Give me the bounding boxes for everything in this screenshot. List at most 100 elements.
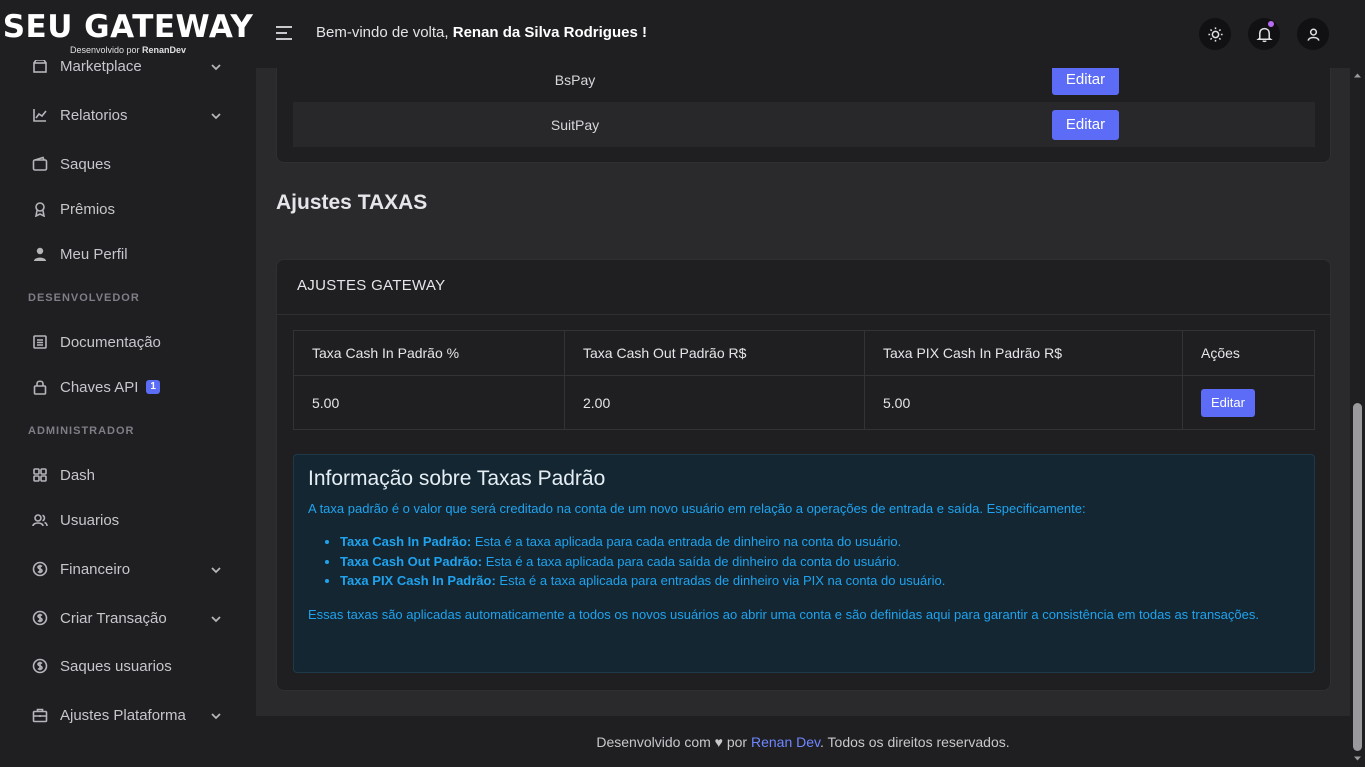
sidebar-item-label: Financeiro bbox=[60, 560, 131, 578]
chart-line-icon bbox=[32, 107, 48, 123]
main-content: BsPay Editar SuitPay Editar Ajustes TAXA… bbox=[256, 68, 1350, 716]
sidebar-item-label: Documentação bbox=[60, 333, 161, 351]
chevron-down-icon bbox=[210, 563, 222, 575]
brand-subtitle: Desenvolvido por RenanDev bbox=[0, 45, 256, 55]
footer: Desenvolvido com ♥ por Renan Dev. Todos … bbox=[256, 716, 1350, 767]
sidebar-item-chaves-api[interactable]: Chaves API 1 bbox=[0, 369, 256, 405]
sidebar-item-label: Dash bbox=[60, 466, 96, 484]
sidebar-item-premios[interactable]: Prêmios bbox=[0, 191, 256, 227]
sidebar-item-label: Chaves API bbox=[60, 378, 139, 396]
brand-subtitle-author: RenanDev bbox=[142, 45, 187, 55]
gateway-row: SuitPay Editar bbox=[293, 102, 1315, 147]
list-item-text: Esta é a taxa aplicada para cada saída d… bbox=[482, 553, 900, 569]
gateway-name: BsPay bbox=[554, 71, 596, 88]
gateway-name: SuitPay bbox=[550, 116, 600, 133]
column-header: Taxa Cash In Padrão % bbox=[293, 330, 565, 376]
user-menu-button[interactable] bbox=[1297, 18, 1329, 50]
sidebar-item-label: Meu Perfil bbox=[60, 245, 128, 263]
sidebar-item-label: Ajustes Plataforma bbox=[60, 706, 186, 724]
list-item-text: Esta é a taxa aplicada para cada entrada… bbox=[471, 534, 902, 549]
sidebar-item-label: Marketplace bbox=[60, 57, 142, 75]
welcome-prefix: Bem-vindo de volta, bbox=[316, 24, 453, 41]
sidebar-item-criar-transacao[interactable]: Criar Transação bbox=[0, 600, 256, 636]
list-item-term: Taxa Cash In Padrão: bbox=[340, 534, 472, 549]
sidebar-item-label: Saques usuarios bbox=[60, 657, 172, 675]
brand-title: SEU GATEWAY bbox=[2, 9, 254, 45]
edit-gateway-button[interactable]: Editar bbox=[1052, 68, 1119, 95]
info-alert: Informação sobre Taxas Padrão A taxa pad… bbox=[293, 454, 1315, 673]
notifications-button[interactable] bbox=[1248, 18, 1280, 50]
welcome-suffix: ! bbox=[637, 24, 647, 41]
sidebar-item-ajustes-plataforma[interactable]: Ajustes Plataforma bbox=[0, 697, 256, 733]
footer-by: por bbox=[722, 734, 751, 750]
sidebar-item-relatorios[interactable]: Relatorios bbox=[0, 97, 256, 133]
user-name: Renan da Silva Rodrigues bbox=[452, 24, 638, 41]
table-header-row: Taxa Cash In Padrão % Taxa Cash Out Padr… bbox=[293, 330, 1315, 376]
welcome-message: Bem-vindo de volta, Renan da Silva Rodri… bbox=[316, 24, 647, 41]
info-list: Taxa Cash In Padrão: Esta é a taxa aplic… bbox=[340, 532, 1300, 591]
scrollbar-thumb[interactable] bbox=[1353, 403, 1362, 751]
edit-gateway-button[interactable]: Editar bbox=[1052, 109, 1119, 140]
footer-suffix: . Todos os direitos reservados. bbox=[820, 734, 1010, 750]
chevron-down-icon bbox=[210, 60, 222, 72]
bell-icon bbox=[1255, 27, 1273, 42]
chevron-down-icon bbox=[210, 612, 222, 624]
column-header: Ações bbox=[1182, 330, 1315, 376]
column-header: Taxa Cash Out Padrão R$ bbox=[564, 330, 865, 376]
sidebar-item-usuarios[interactable]: Usuarios bbox=[0, 502, 256, 538]
info-outro: Essas taxas são aplicadas automaticament… bbox=[308, 606, 1259, 622]
sidebar: Marketplace Relatorios Saques Prêmios Me… bbox=[0, 0, 256, 767]
sidebar-item-dash[interactable]: Dash bbox=[0, 457, 256, 493]
section-label-desenvolvedor: DESENVOLVEDOR bbox=[28, 292, 140, 304]
edit-fees-button[interactable]: Editar bbox=[1201, 388, 1255, 417]
dollar-circle-icon bbox=[32, 658, 48, 674]
sidebar-item-label: Criar Transação bbox=[60, 609, 167, 627]
store-icon bbox=[32, 58, 48, 74]
fees-card: AJUSTES GATEWAY Taxa Cash In Padrão % Ta… bbox=[276, 259, 1331, 691]
footer-prefix: Desenvolvido com bbox=[596, 734, 711, 750]
list-item-term: Taxa Cash Out Padrão: bbox=[340, 553, 483, 569]
info-title: Informação sobre Taxas Padrão bbox=[308, 467, 606, 490]
sidebar-item-documentacao[interactable]: Documentação bbox=[0, 324, 256, 360]
cash-in-fee-value: 5.00 bbox=[293, 375, 565, 430]
menu-toggle-icon[interactable] bbox=[276, 26, 292, 40]
grid-icon bbox=[32, 467, 48, 483]
theme-toggle-button[interactable] bbox=[1199, 18, 1231, 50]
sidebar-item-label: Relatorios bbox=[60, 106, 128, 124]
chevron-down-icon bbox=[210, 709, 222, 721]
list-item-text: Esta é a taxa aplicada para entradas de … bbox=[495, 573, 946, 588]
chevron-down-icon bbox=[210, 109, 222, 121]
dollar-circle-icon bbox=[32, 561, 48, 577]
page-scrollbar[interactable] bbox=[1350, 68, 1365, 767]
page-title: Ajustes TAXAS bbox=[276, 191, 428, 214]
users-icon bbox=[32, 512, 48, 528]
cash-out-fee-value: 2.00 bbox=[564, 375, 865, 430]
document-icon bbox=[32, 334, 48, 350]
pix-cash-in-fee-value: 5.00 bbox=[864, 375, 1183, 430]
scroll-up-icon[interactable] bbox=[1353, 71, 1362, 80]
topbar: Bem-vindo de volta, Renan da Silva Rodri… bbox=[256, 0, 1365, 68]
author-link[interactable]: Renan Dev bbox=[751, 734, 820, 750]
heart-icon: ♥ bbox=[714, 734, 723, 750]
fees-table: Taxa Cash In Padrão % Taxa Cash Out Padr… bbox=[293, 330, 1315, 430]
card-title: AJUSTES GATEWAY bbox=[277, 260, 1330, 315]
list-item-term: Taxa PIX Cash In Padrão: bbox=[340, 573, 496, 588]
column-header: Taxa PIX Cash In Padrão R$ bbox=[864, 330, 1183, 376]
sidebar-item-label: Saques bbox=[60, 155, 111, 173]
info-intro: A taxa padrão é o valor que será credita… bbox=[308, 501, 1086, 516]
list-item: Taxa Cash Out Padrão: Esta é a taxa apli… bbox=[340, 552, 1300, 572]
wallet-icon bbox=[32, 156, 48, 172]
dollar-circle-icon bbox=[32, 610, 48, 626]
sidebar-item-meu-perfil[interactable]: Meu Perfil bbox=[0, 236, 256, 272]
table-row: 5.00 2.00 5.00 Editar bbox=[293, 375, 1315, 430]
section-label-administrador: ADMINISTRADOR bbox=[28, 425, 135, 437]
scroll-down-icon[interactable] bbox=[1353, 754, 1362, 763]
sidebar-item-saques-usuarios[interactable]: Saques usuarios bbox=[0, 648, 256, 684]
notification-dot bbox=[1268, 21, 1274, 27]
brand-logo[interactable]: SEU GATEWAY Desenvolvido por RenanDev bbox=[0, 0, 256, 60]
api-keys-badge: 1 bbox=[146, 380, 160, 394]
user-icon bbox=[32, 246, 48, 262]
sidebar-item-financeiro[interactable]: Financeiro bbox=[0, 551, 256, 587]
sidebar-item-saques[interactable]: Saques bbox=[0, 146, 256, 182]
lock-icon bbox=[32, 379, 48, 395]
